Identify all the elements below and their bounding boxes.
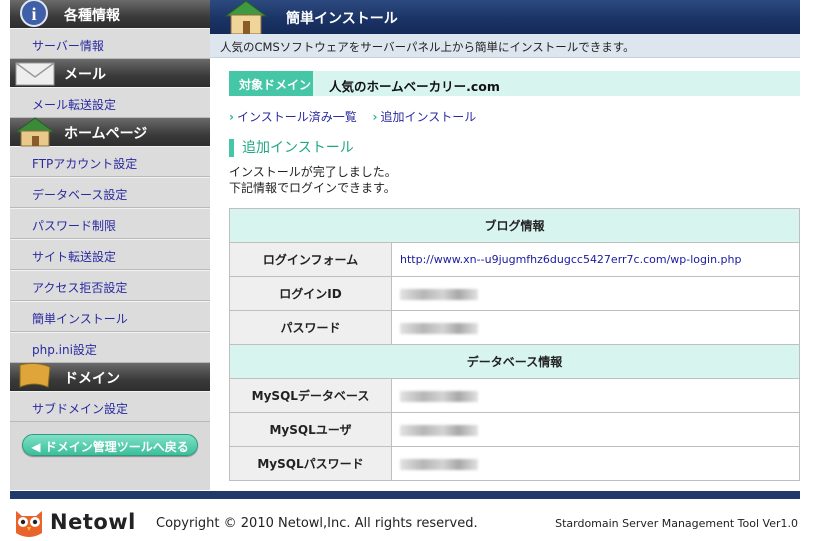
redacted-value — [400, 458, 478, 470]
sidebar-section-title: メール — [64, 67, 106, 83]
mysql-user-label: MySQLユーザ — [229, 412, 392, 447]
password-label: パスワード — [229, 310, 392, 345]
login-id-value — [391, 276, 800, 311]
mysql-database-value — [391, 378, 800, 413]
envelope-icon — [15, 62, 55, 86]
login-info-message: 下記情報でログインできます。 — [229, 181, 396, 195]
table-row: MySQLデータベース — [229, 378, 800, 413]
footer: Netowl Copyright © 2010 Netowl,Inc. All … — [0, 499, 820, 541]
flag-icon — [19, 362, 51, 388]
page-title: 簡単インストール — [286, 11, 398, 27]
section-title: 追加インストール — [229, 139, 354, 157]
sidebar: i 各種情報 サーバー情報 メール メール転送設定 ホームページ FTPアカウン… — [10, 0, 210, 490]
table-row: MySQLパスワード — [229, 446, 800, 481]
mysql-password-label: MySQLパスワード — [229, 446, 392, 481]
sidebar-section-title: 各種情報 — [64, 8, 120, 24]
sub-nav-links: › インストール済み一覧 › 追加インストール — [229, 108, 488, 125]
installed-list-link[interactable]: インストール済み一覧 — [237, 110, 357, 124]
mysql-password-value — [391, 446, 800, 481]
blog-info-header: ブログ情報 — [229, 208, 800, 243]
netowl-logo-text: Netowl — [50, 510, 136, 534]
login-form-label: ログインフォーム — [229, 242, 392, 277]
install-complete-message: インストールが完了しました。 — [229, 165, 397, 179]
sidebar-section-title: ドメイン — [64, 371, 120, 387]
sidebar-item-phpini[interactable]: php.ini設定 — [10, 332, 210, 363]
add-install-link[interactable]: 追加インストール — [381, 110, 477, 124]
sidebar-item-ftp[interactable]: FTPアカウント設定 — [10, 146, 210, 177]
sidebar-section-homepage: ホームページ — [10, 117, 210, 147]
info-icon: i — [20, 0, 48, 27]
footer-divider — [10, 491, 800, 499]
mysql-database-label: MySQLデータベース — [229, 378, 392, 413]
house-icon — [14, 117, 56, 147]
table-row: パスワード — [229, 310, 800, 345]
house-icon — [224, 0, 268, 34]
page-subtitle: 人気のCMSソフトウェアをサーバーパネル上から簡単にインストールできます。 — [210, 34, 800, 58]
sidebar-item-server-info[interactable]: サーバー情報 — [10, 28, 210, 59]
sidebar-item-database[interactable]: データベース設定 — [10, 177, 210, 208]
login-id-label: ログインID — [229, 276, 392, 311]
table-row: ログインフォーム http://www.xn--u9jugmfhz6dugcc5… — [229, 242, 800, 277]
target-domain-bar: 対象ドメイン 人気のホームベーカリー.com — [229, 71, 800, 96]
copyright-text: Copyright © 2010 Netowl,Inc. All rights … — [156, 516, 478, 531]
arrow-right-icon: › — [229, 110, 234, 124]
sidebar-item-site-forward[interactable]: サイト転送設定 — [10, 239, 210, 270]
target-domain-value: 人気のホームベーカリー.com — [329, 79, 500, 94]
password-value — [391, 310, 800, 345]
sidebar-section-info: i 各種情報 — [10, 0, 210, 28]
arrow-right-icon: › — [372, 110, 378, 124]
target-domain-label: 対象ドメイン — [229, 71, 313, 96]
sidebar-section-domain: ドメイン — [10, 362, 210, 391]
table-row: MySQLユーザ — [229, 412, 800, 447]
redacted-value — [400, 390, 478, 402]
svg-text:i: i — [31, 4, 36, 24]
sidebar-section-mail: メール — [10, 59, 210, 87]
tool-version-text: Stardomain Server Management Tool Ver1.0 — [555, 517, 798, 530]
sidebar-item-subdomain[interactable]: サブドメイン設定 — [10, 391, 210, 422]
sidebar-item-easy-install[interactable]: 簡単インストール — [10, 301, 210, 332]
sidebar-section-title: ホームページ — [64, 126, 148, 142]
redacted-value — [400, 424, 478, 436]
owl-logo-icon — [16, 511, 42, 537]
table-row: ログインID — [229, 276, 800, 311]
page-header: 簡単インストール — [210, 0, 800, 34]
main-content: 対象ドメイン 人気のホームベーカリー.com › インストール済み一覧 › 追加イン… — [229, 71, 800, 481]
sidebar-item-access-deny[interactable]: アクセス拒否設定 — [10, 270, 210, 301]
mysql-user-value — [391, 412, 800, 447]
db-info-header: データベース情報 — [229, 344, 800, 379]
login-form-url[interactable]: http://www.xn--u9jugmfhz6dugcc5427err7c.… — [391, 242, 800, 277]
redacted-value — [400, 322, 478, 334]
install-info-table: ブログ情報 ログインフォーム http://www.xn--u9jugmfhz6… — [229, 208, 800, 481]
sidebar-item-password[interactable]: パスワード制限 — [10, 208, 210, 239]
back-to-domain-tool-button[interactable]: ◀ ドメイン管理ツールへ戻る — [22, 434, 198, 456]
redacted-value — [400, 288, 478, 300]
sidebar-item-mail-forward[interactable]: メール転送設定 — [10, 87, 210, 118]
